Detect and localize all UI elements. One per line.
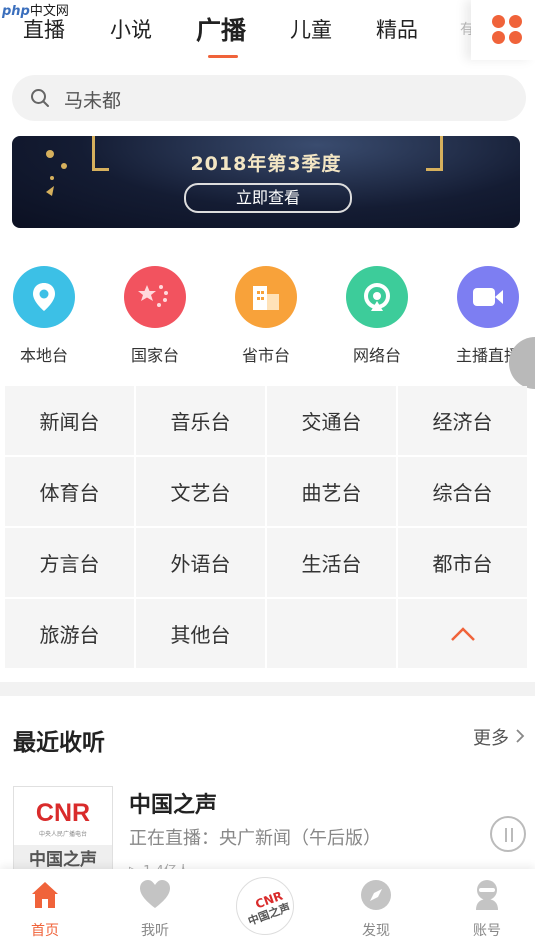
station-type-cell[interactable]: 经济台	[398, 386, 527, 455]
nav-label: 账号	[473, 923, 501, 939]
category-label: 网络台	[352, 346, 401, 365]
network-icon	[346, 266, 408, 328]
station-name[interactable]: 中国之声	[129, 787, 217, 819]
category-label: 省市台	[241, 346, 290, 365]
heart-icon	[140, 880, 170, 908]
category-national[interactable]: 国家台	[105, 266, 205, 366]
category-network[interactable]: 网络台	[327, 266, 427, 366]
nav-account[interactable]: 账号	[442, 869, 532, 941]
user-icon	[476, 880, 498, 910]
station-type-cell[interactable]: 音乐台	[136, 386, 265, 455]
active-tab-indicator	[208, 55, 238, 58]
watermark: php中文网	[2, 0, 69, 19]
more-label: 更多	[473, 728, 509, 749]
search-placeholder: 马未都	[64, 90, 122, 112]
watermark-site: 中文网	[29, 4, 69, 19]
station-type-grid: 新闻台 音乐台 交通台 经济台 体育台 文艺台 曲艺台 综合台 方言台 外语台 …	[5, 386, 527, 668]
station-type-cell[interactable]: 曲艺台	[267, 457, 396, 526]
station-type-cell[interactable]: 都市台	[398, 528, 527, 597]
banner-season: 2018年第3季度	[190, 153, 342, 175]
tab-premium[interactable]: 精品	[376, 14, 418, 44]
category-local[interactable]: 本地台	[0, 266, 94, 366]
category-row: 本地台 国家台 省市台 网络台 主播直播	[0, 266, 535, 366]
station-type-cell[interactable]: 新闻台	[5, 386, 134, 455]
promo-banner[interactable]: 2018年第3季度 立即查看	[12, 136, 520, 228]
top-tabs: 直播 小说 广播 儿童 精品 有	[0, 0, 535, 62]
recent-section-title: 最近收听	[13, 730, 105, 756]
category-label: 国家台	[130, 346, 179, 365]
category-provincial[interactable]: 省市台	[216, 266, 316, 366]
section-divider	[0, 682, 535, 696]
station-type-cell[interactable]: 文艺台	[136, 457, 265, 526]
stars-flag-icon	[124, 266, 186, 328]
station-cover[interactable]: CNR 中央人民广播电台 中国之声	[13, 786, 113, 876]
station-type-cell[interactable]: 方言台	[5, 528, 134, 597]
nav-discover[interactable]: 发现	[331, 869, 421, 941]
nav-label: 发现	[362, 923, 390, 939]
watermark-brand: php	[2, 4, 30, 19]
chevron-up-icon	[450, 626, 475, 641]
nav-my-listening[interactable]: 我听	[110, 869, 200, 941]
nav-label: 首页	[31, 923, 59, 939]
search-input[interactable]: 马未都	[12, 75, 526, 121]
station-type-cell[interactable]: 综合台	[398, 457, 527, 526]
empty-cell	[267, 599, 396, 668]
collapse-button[interactable]	[398, 599, 527, 668]
tab-radio[interactable]: 广播	[196, 11, 246, 47]
station-type-cell[interactable]: 其他台	[136, 599, 265, 668]
search-icon	[30, 88, 50, 112]
banner-view-button[interactable]: 立即查看	[184, 183, 352, 213]
cnr-org-name: 中央人民广播电台	[38, 831, 87, 838]
station-type-cell[interactable]: 交通台	[267, 386, 396, 455]
nav-home[interactable]: 首页	[0, 869, 90, 941]
station-type-cell[interactable]: 旅游台	[5, 599, 134, 668]
more-link[interactable]: 更多	[473, 724, 525, 750]
cnr-logo: CNR	[35, 799, 91, 827]
building-icon	[235, 266, 297, 328]
compass-icon	[361, 880, 391, 910]
chevron-right-icon	[515, 728, 525, 749]
tab-novel[interactable]: 小说	[110, 14, 152, 44]
station-type-cell[interactable]: 体育台	[5, 457, 134, 526]
category-grid-button[interactable]	[471, 0, 535, 60]
video-camera-icon	[457, 266, 519, 328]
station-type-cell[interactable]: 外语台	[136, 528, 265, 597]
now-playing-disc-icon[interactable]: CNR 中国之声	[236, 877, 294, 935]
location-pin-icon	[13, 266, 75, 328]
category-label: 本地台	[19, 346, 68, 365]
nav-label: 我听	[141, 923, 169, 939]
home-icon	[32, 882, 58, 908]
pause-button[interactable]	[490, 816, 526, 852]
tab-kids[interactable]: 儿童	[290, 14, 332, 44]
station-status: 正在直播：央广新闻（午后版）	[129, 828, 381, 849]
station-type-cell[interactable]: 生活台	[267, 528, 396, 597]
